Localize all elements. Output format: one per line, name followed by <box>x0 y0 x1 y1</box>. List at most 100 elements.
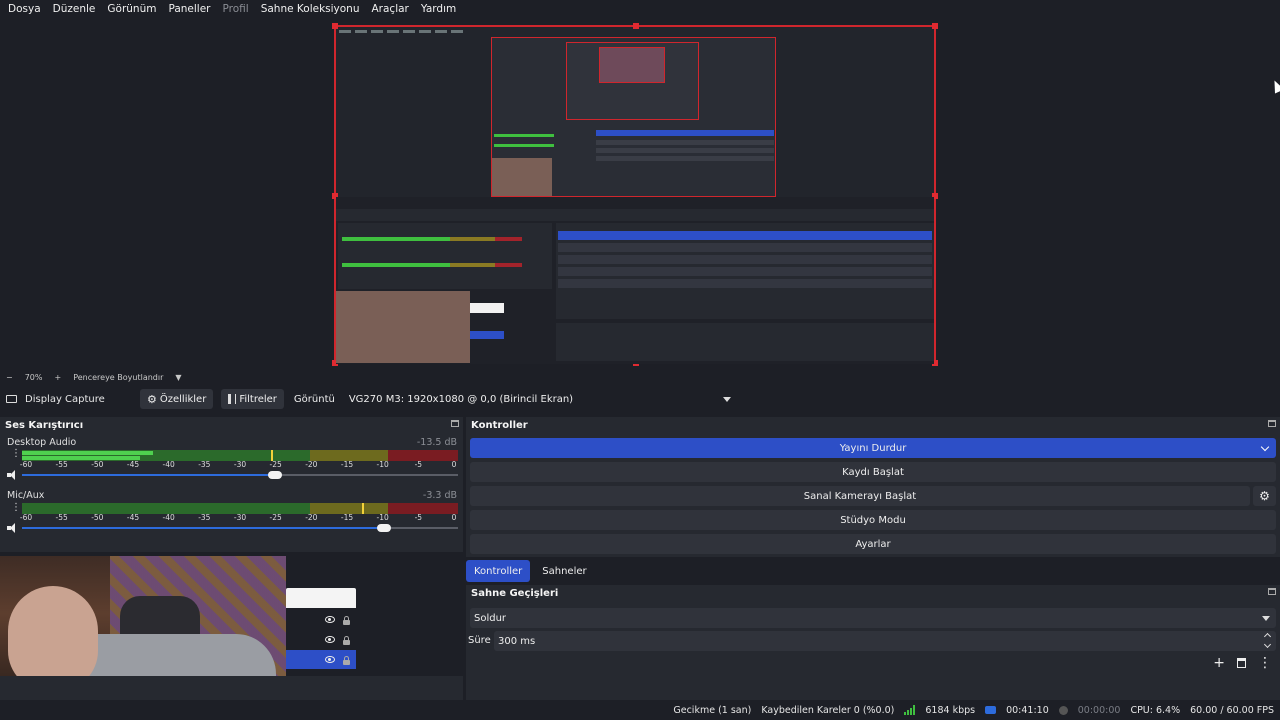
meter-tick-label: 0 <box>451 460 457 469</box>
channel-menu-icon[interactable]: ⋮ <box>11 503 21 513</box>
start-virtual-camera-button[interactable]: Sanal Kamerayı Başlat <box>470 486 1250 506</box>
lock-icon[interactable] <box>343 655 350 665</box>
meter-tick-label: -25 <box>269 513 282 522</box>
cpu-status: CPU: 6.4% <box>1130 704 1181 716</box>
studio-mode-button[interactable]: Stüdyo Modu <box>470 510 1276 530</box>
filters-button[interactable]: Filtreler <box>221 389 284 409</box>
menu-scene-collection[interactable]: Sahne Koleksiyonu <box>255 0 366 18</box>
source-item[interactable] <box>286 630 356 649</box>
menu-file[interactable]: Dosya <box>2 0 47 18</box>
zoom-in-button[interactable]: + <box>54 373 61 382</box>
zoom-out-button[interactable]: − <box>6 373 13 382</box>
spin-down-icon[interactable] <box>1263 640 1272 649</box>
display-select-value: VG270 M3: 1920x1080 @ 0,0 (Birincil Ekra… <box>348 393 574 405</box>
meter-tick-label: -35 <box>198 460 211 469</box>
stop-stream-button[interactable]: Yayını Durdur <box>470 438 1276 458</box>
fit-to-window-label[interactable]: Pencereye Boyutlandır <box>73 373 163 382</box>
add-icon[interactable]: + <box>1213 655 1225 671</box>
meter-tick-label: -15 <box>340 460 354 469</box>
meter-tick-label: -55 <box>55 460 68 469</box>
controls-title: Kontroller <box>471 420 528 431</box>
dock-float-icon[interactable] <box>451 420 459 427</box>
nested-capture-ui <box>336 197 934 364</box>
meter-tick-label: -60 <box>19 460 33 469</box>
start-recording-button[interactable]: Kaydı Başlat <box>470 462 1276 482</box>
lock-icon[interactable] <box>343 615 350 625</box>
display-select[interactable]: VG270 M3: 1920x1080 @ 0,0 (Birincil Ekra… <box>342 389 737 409</box>
spin-up-icon[interactable] <box>1263 632 1272 641</box>
recording-icon <box>1058 705 1068 715</box>
meter-tick-label: -40 <box>162 460 175 469</box>
meter-tick-label: 0 <box>451 513 457 522</box>
properties-button[interactable]: ⚙ Özellikler <box>140 389 214 409</box>
display-label: Görüntü <box>293 393 335 405</box>
menu-edit[interactable]: Düzenle <box>47 0 102 18</box>
meter-tick-label: -20 <box>305 513 318 522</box>
volume-slider[interactable] <box>22 523 458 533</box>
fps-status: 60.00 / 60.00 FPS <box>1190 704 1274 716</box>
channel-menu-icon[interactable]: ⋮ <box>11 449 21 459</box>
source-list-header <box>286 588 356 608</box>
selected-source: Display Capture <box>0 394 140 405</box>
filters-label: Filtreler <box>239 393 277 405</box>
speaker-icon[interactable] <box>7 523 19 533</box>
duration-field[interactable]: 300 ms <box>494 631 1276 651</box>
channel-db: -3.3 dB <box>422 490 457 501</box>
more-options-icon[interactable]: ⋮ <box>1258 655 1272 671</box>
meter-tick-label: -5 <box>414 460 423 469</box>
chevron-down-icon[interactable] <box>1260 442 1270 452</box>
dock-float-icon[interactable] <box>1268 588 1276 595</box>
meter-tick-label: -5 <box>414 513 423 522</box>
visibility-eye-icon[interactable] <box>325 636 335 643</box>
duration-value: 300 ms <box>498 635 536 647</box>
delay-status: Gecikme (1 san) <box>673 704 752 716</box>
meter-tick-label: -25 <box>269 460 282 469</box>
status-bar: Gecikme (1 san) Kaybedilen Kareler 0 (%0… <box>0 700 1280 720</box>
lock-icon[interactable] <box>343 635 350 645</box>
virtual-camera-settings-button[interactable]: ⚙ <box>1253 486 1276 506</box>
meter-tick-label: -45 <box>126 460 140 469</box>
menu-profile[interactable]: Profil <box>217 0 255 18</box>
volume-slider[interactable] <box>22 470 458 480</box>
transition-select-value: Soldur <box>474 612 507 624</box>
meter-tick-label: -10 <box>376 460 389 469</box>
trash-icon[interactable] <box>1237 658 1246 668</box>
audio-mixer-title: Ses Karıştırıcı <box>5 420 84 431</box>
signal-strength-icon <box>904 705 916 715</box>
visibility-eye-icon[interactable] <box>325 616 335 623</box>
tab-controls[interactable]: Kontroller <box>466 560 531 582</box>
menu-view[interactable]: Görünüm <box>101 0 162 18</box>
menu-bar: Dosya Düzenle Görünüm Paneller Profil Sa… <box>0 0 1280 18</box>
transition-select[interactable]: Soldur <box>470 608 1276 628</box>
visibility-eye-icon[interactable] <box>325 656 335 663</box>
properties-label: Özellikler <box>159 393 207 405</box>
bitrate-status: 6184 kbps <box>925 704 976 716</box>
source-item-selected[interactable] <box>286 650 356 669</box>
channel-db: -13.5 dB <box>416 437 457 448</box>
menu-docks[interactable]: Paneller <box>162 0 216 18</box>
settings-button[interactable]: Ayarlar <box>470 534 1276 554</box>
transitions-title: Sahne Geçişleri <box>471 588 559 599</box>
meter-tick-label: -30 <box>233 513 247 522</box>
tab-scenes[interactable]: Sahneler <box>534 560 594 582</box>
menu-help[interactable]: Yardım <box>415 0 462 18</box>
preview-area[interactable] <box>0 18 1280 370</box>
filter-icon <box>228 394 237 404</box>
preview-canvas[interactable] <box>332 23 938 366</box>
speaker-icon[interactable] <box>7 470 19 480</box>
record-time: 00:00:00 <box>1077 704 1121 716</box>
fit-dropdown-icon[interactable]: ▼ <box>175 373 181 382</box>
source-item[interactable] <box>286 610 356 629</box>
meter-ticks: -60 -55 -50 -45 -40 -35 -30 -25 -20 -15 -10 -5 0 <box>20 513 458 523</box>
menu-tools[interactable]: Araçlar <box>366 0 415 18</box>
start-virtual-camera-label: Sanal Kamerayı Başlat <box>803 490 917 502</box>
chevron-down-icon <box>722 396 731 402</box>
duration-label: Süre <box>468 635 491 646</box>
nested-capture-menubar <box>336 27 934 35</box>
source-name: Display Capture <box>25 393 105 405</box>
studio-mode-label: Stüdyo Modu <box>840 514 906 526</box>
meter-tick-label: -15 <box>340 513 354 522</box>
streaming-icon <box>985 706 997 714</box>
dock-float-icon[interactable] <box>1268 420 1276 427</box>
zoom-level: 70% <box>24 372 43 382</box>
